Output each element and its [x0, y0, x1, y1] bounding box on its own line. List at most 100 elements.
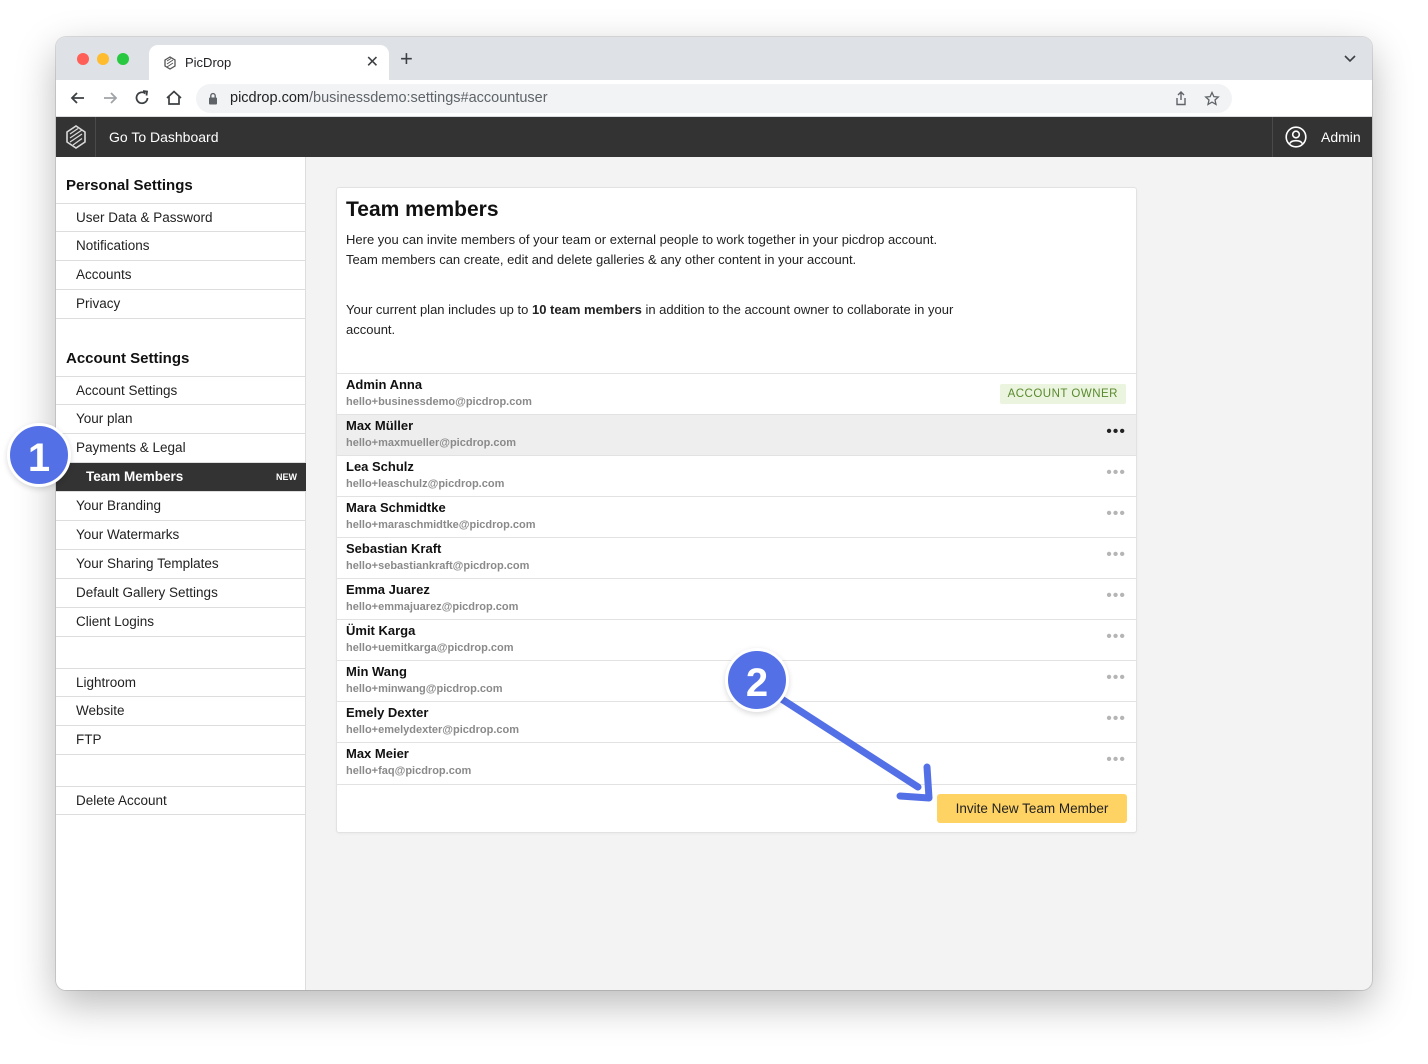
- member-name: Emely Dexter: [346, 705, 429, 720]
- member-name: Mara Schmidtke: [346, 500, 446, 515]
- member-email: hello+uemitkarga@picdrop.com: [346, 642, 514, 654]
- member-email: hello+maraschmidtke@picdrop.com: [346, 519, 536, 531]
- admin-menu[interactable]: Admin: [1272, 117, 1372, 157]
- sidebar-item-accounts[interactable]: Accounts: [56, 261, 306, 290]
- member-email: hello+faq@picdrop.com: [346, 765, 472, 777]
- close-window-button[interactable]: [77, 53, 89, 65]
- member-name: Min Wang: [346, 664, 407, 679]
- member-email: hello+maxmueller@picdrop.com: [346, 437, 516, 449]
- browser-window: PicDrop ✕ + picdrop.com/businessdemo:set: [56, 37, 1372, 990]
- plan-limit: 10 team members: [531, 302, 642, 317]
- member-email: hello+businessdemo@picdrop.com: [346, 396, 532, 408]
- more-options-icon[interactable]: •••: [1106, 629, 1126, 645]
- card-divider: [337, 784, 1136, 785]
- settings-sidebar: Personal Settings User Data & Password N…: [56, 157, 306, 990]
- member-name: Lea Schulz: [346, 459, 414, 474]
- member-row[interactable]: Max Meier hello+faq@picdrop.com •••: [337, 742, 1136, 783]
- app-header: Go To Dashboard Admin: [56, 117, 1372, 157]
- home-icon[interactable]: [164, 88, 184, 108]
- member-name: Admin Anna: [346, 377, 423, 392]
- url-text[interactable]: picdrop.com/businessdemo:settings#accoun…: [230, 90, 548, 106]
- sidebar-item-account-settings[interactable]: Account Settings: [56, 376, 306, 405]
- bookmark-star-icon[interactable]: [1204, 91, 1220, 107]
- personal-settings-title: Personal Settings: [66, 177, 193, 194]
- sidebar-item-client-logins[interactable]: Client Logins: [56, 608, 306, 637]
- intro-text: Here you can invite members of your team…: [346, 232, 938, 267]
- sidebar-item-your-branding[interactable]: Your Branding: [56, 492, 306, 521]
- go-to-dashboard-link[interactable]: Go To Dashboard: [109, 129, 218, 145]
- sidebar-item-delete-account[interactable]: Delete Account: [56, 786, 306, 815]
- more-options-icon[interactable]: •••: [1106, 506, 1126, 522]
- member-row[interactable]: Max Müller hello+maxmueller@picdrop.com ••…: [337, 414, 1136, 455]
- member-email: hello+sebastiankraft@picdrop.com: [346, 560, 530, 572]
- member-name: Sebastian Kraft: [346, 541, 442, 556]
- account-owner-badge: ACCOUNT OWNER: [999, 384, 1126, 404]
- browser-tab[interactable]: PicDrop ✕: [149, 45, 389, 80]
- new-tab-button[interactable]: +: [400, 48, 413, 70]
- sidebar-item-privacy[interactable]: Privacy: [56, 290, 306, 319]
- invite-new-team-member-button[interactable]: Invite New Team Member: [937, 794, 1127, 823]
- share-icon[interactable]: [1174, 91, 1188, 106]
- forward-arrow-icon[interactable]: [100, 88, 120, 108]
- member-row[interactable]: Emma Juarez hello+emmajuarez@picdrop.com •…: [337, 578, 1136, 619]
- admin-label: Admin: [1321, 129, 1361, 145]
- page-title: Team members: [346, 198, 499, 221]
- zoom-window-button[interactable]: [117, 53, 129, 65]
- sidebar-item-your-plan[interactable]: Your plan: [56, 405, 306, 434]
- plan-text: Your current plan includes up to 10 team…: [346, 300, 966, 340]
- sidebar-item-sharing-templates[interactable]: Your Sharing Templates: [56, 550, 306, 579]
- sidebar-item-default-gallery-settings[interactable]: Default Gallery Settings: [56, 579, 306, 608]
- member-row[interactable]: Sebastian Kraft hello+sebastiankraft@picd…: [337, 537, 1136, 578]
- plan-text-prefix: Your current plan includes up to: [346, 302, 532, 317]
- member-row[interactable]: Mara Schmidtke hello+maraschmidtke@picdro…: [337, 496, 1136, 537]
- sidebar-item-label: Team Members: [86, 469, 184, 484]
- sidebar-item-user-data[interactable]: User Data & Password: [56, 203, 306, 232]
- member-email: hello+minwang@picdrop.com: [346, 683, 503, 695]
- member-row[interactable]: Emely Dexter hello+emelydexter@picdrop.co…: [337, 701, 1136, 742]
- back-arrow-icon[interactable]: [68, 88, 88, 108]
- tab-strip: PicDrop ✕ +: [56, 37, 1372, 80]
- sidebar-item-payments-legal[interactable]: Payments & Legal: [56, 434, 306, 463]
- member-email: hello+emelydexter@picdrop.com: [346, 724, 520, 736]
- member-name: Emma Juarez: [346, 582, 430, 597]
- picdrop-logo-icon: [66, 125, 86, 149]
- sidebar-item-website[interactable]: Website: [56, 697, 306, 726]
- member-email: hello+leaschulz@picdrop.com: [346, 478, 505, 490]
- step-1-badge: 1: [7, 423, 71, 487]
- lock-icon[interactable]: [208, 92, 218, 105]
- user-avatar-icon: [1285, 126, 1307, 148]
- reload-icon[interactable]: [132, 88, 152, 108]
- more-options-icon[interactable]: •••: [1106, 670, 1126, 686]
- member-row[interactable]: Admin Anna hello+businessdemo@picdrop.com…: [337, 373, 1136, 414]
- sidebar-item-team-members[interactable]: Team Members NEW: [56, 463, 306, 492]
- minimize-window-button[interactable]: [97, 53, 109, 65]
- member-email: hello+emmajuarez@picdrop.com: [346, 601, 519, 613]
- new-badge: NEW: [276, 472, 297, 482]
- more-options-icon[interactable]: •••: [1106, 424, 1126, 440]
- chevron-down-icon[interactable]: [1344, 55, 1356, 63]
- address-bar[interactable]: picdrop.com/businessdemo:settings#accoun…: [196, 84, 1232, 113]
- member-name: Ümit Karga: [346, 623, 416, 638]
- member-name: Max Müller: [346, 418, 414, 433]
- url-host: picdrop.com: [230, 90, 309, 106]
- url-path: /businessdemo:settings#accountuser: [308, 90, 548, 106]
- sidebar-item-lightroom[interactable]: Lightroom: [56, 668, 306, 697]
- tab-close-icon[interactable]: ✕: [366, 52, 379, 72]
- step-2-badge: 2: [725, 648, 789, 712]
- picdrop-logo[interactable]: [56, 117, 96, 157]
- team-members-card: Team members Here you can invite members…: [336, 187, 1137, 833]
- more-options-icon[interactable]: •••: [1106, 588, 1126, 604]
- more-options-icon[interactable]: •••: [1106, 465, 1126, 481]
- browser-toolbar: picdrop.com/businessdemo:settings#accoun…: [56, 80, 1372, 117]
- member-name: Max Meier: [346, 746, 409, 761]
- sidebar-item-ftp[interactable]: FTP: [56, 726, 306, 755]
- account-settings-title: Account Settings: [66, 350, 190, 367]
- more-options-icon[interactable]: •••: [1106, 547, 1126, 563]
- picdrop-favicon-icon: [164, 56, 176, 70]
- member-row[interactable]: Lea Schulz hello+leaschulz@picdrop.com •••: [337, 455, 1136, 496]
- more-options-icon[interactable]: •••: [1106, 752, 1126, 768]
- sidebar-item-notifications[interactable]: Notifications: [56, 232, 306, 261]
- sidebar-item-your-watermarks[interactable]: Your Watermarks: [56, 521, 306, 550]
- more-options-icon[interactable]: •••: [1106, 711, 1126, 727]
- tab-title: PicDrop: [185, 55, 232, 70]
